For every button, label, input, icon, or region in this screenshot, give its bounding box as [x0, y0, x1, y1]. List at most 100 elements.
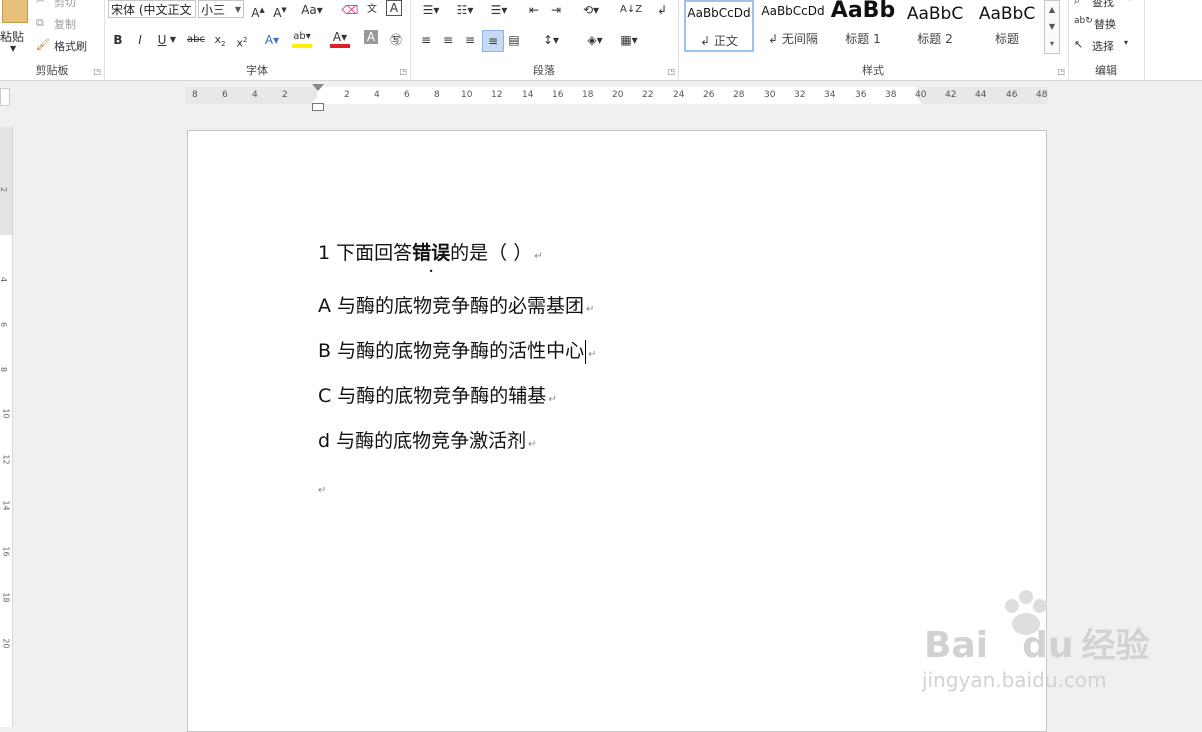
vertical-ruler[interactable]: 2 4 6 8 10 12 14 16 18 20: [0, 127, 13, 727]
italic-icon[interactable]: I: [130, 30, 150, 50]
chevron-down-icon: ▾: [1124, 38, 1129, 47]
grow-font-icon[interactable]: A▲: [248, 0, 268, 20]
paste-button[interactable]: 粘贴 ▼: [0, 0, 32, 58]
sort-icon[interactable]: A↓Z: [620, 0, 642, 20]
chinese-layout-icon[interactable]: ⟲▾: [576, 0, 606, 20]
copy-button[interactable]: ⧉ 复制: [36, 16, 96, 32]
underline-dropdown-icon[interactable]: ▼: [168, 30, 178, 50]
style-name: 正文: [713, 34, 738, 48]
justify-icon[interactable]: ≡: [482, 30, 504, 52]
font-size-combo[interactable]: 小三 ▼: [198, 0, 244, 18]
find-icon: ⌕: [1074, 0, 1081, 7]
option-a-line[interactable]: A 与酶的底物竞争酶的必需基团 ↵: [318, 291, 594, 318]
ruler-tick: 14: [1, 500, 11, 511]
option-d-line[interactable]: d 与酶的底物竞争激活剂 ↵: [318, 426, 537, 453]
left-indent-marker[interactable]: [312, 103, 324, 111]
font-name-combo[interactable]: 宋体 (中文正文: [108, 0, 196, 18]
cut-button[interactable]: ✂ 剪切: [36, 0, 96, 9]
chevron-down-icon[interactable]: ▼: [1045, 18, 1059, 35]
cut-label: 剪切: [54, 0, 76, 9]
align-right-icon[interactable]: ≡: [460, 30, 480, 50]
styles-scrollbar[interactable]: ▲ ▼ ▾: [1044, 0, 1060, 54]
align-left-icon[interactable]: ≡: [416, 30, 436, 50]
ruler-tick: 2: [344, 90, 350, 100]
ruler-tick: 4: [252, 90, 258, 100]
horizontal-ruler[interactable]: 8 6 4 2 2 4 6 8 10 12 14 16 18 20 22 24 …: [186, 84, 1048, 111]
style-no-spacing[interactable]: AaBbCcDd ↲ 无间隔: [758, 0, 828, 52]
multilevel-list-icon[interactable]: ☰▾: [484, 0, 514, 20]
ruler-tick: 20: [1, 638, 11, 649]
style-name: 标题: [994, 32, 1019, 46]
replace-button[interactable]: ab↻ 替换: [1074, 16, 1140, 32]
strikethrough-icon[interactable]: abc: [184, 30, 208, 50]
copy-icon: ⧉: [36, 16, 44, 29]
clear-format-icon[interactable]: ⌫: [340, 0, 360, 20]
char-shading-icon[interactable]: A: [364, 30, 378, 44]
option-b-line[interactable]: B 与酶的底物竞争酶的活性中心 ↵: [318, 336, 596, 364]
font-color-icon[interactable]: A▾: [330, 30, 350, 48]
paragraph-mark: ↵: [534, 251, 543, 262]
brush-icon: 🖌: [36, 38, 50, 51]
distributed-icon[interactable]: ▤: [504, 30, 524, 50]
show-marks-icon[interactable]: ↲: [652, 0, 672, 20]
style-title[interactable]: AaBbC 标题: [972, 0, 1042, 52]
style-name: 标题 2: [917, 32, 953, 46]
clipboard-group: 粘贴 ▼ ✂ 剪切 ⧉ 复制 🖌 格式刷 剪贴板 ◳: [0, 0, 105, 80]
more-styles-icon[interactable]: ▾: [1045, 35, 1059, 52]
style-preview: AaBb: [830, 0, 896, 23]
bullets-icon[interactable]: ☰▾: [416, 0, 446, 20]
shading-icon[interactable]: ◈▾: [580, 30, 610, 50]
find-button[interactable]: ⌕ 查找 ▾: [1074, 0, 1140, 9]
style-heading-2[interactable]: AaBbC 标题 2: [900, 0, 970, 52]
chevron-up-icon[interactable]: ▲: [1045, 1, 1059, 18]
borders-icon[interactable]: ▦▾: [614, 30, 644, 50]
option-c-line[interactable]: C 与酶的底物竞争酶的辅基 ↵: [318, 381, 557, 408]
cursor-arrow-icon: ↖: [1074, 38, 1084, 51]
clipboard-launcher-icon[interactable]: ◳: [93, 67, 101, 76]
paragraph-launcher-icon[interactable]: ◳: [667, 67, 675, 76]
question-line[interactable]: 1 下面回答错误的是（ ）↵: [318, 238, 543, 265]
enclose-char-icon[interactable]: ㊢: [386, 30, 406, 50]
numbering-icon[interactable]: ☷▾: [450, 0, 480, 20]
paragraph-mark: ↵: [586, 304, 595, 315]
document-page[interactable]: 1 下面回答错误的是（ ）↵ A 与酶的底物竞争酶的必需基团↵ B 与酶的底物竞…: [187, 130, 1047, 732]
change-case-icon[interactable]: Aa▾: [298, 0, 326, 20]
watermark-cn: 经验: [1081, 626, 1150, 666]
ruler-tick: 4: [0, 277, 8, 282]
hanging-indent-marker[interactable]: [312, 96, 324, 103]
ruler-tick: 2: [0, 187, 8, 192]
ruler-tick: 6: [0, 322, 8, 327]
styles-launcher-icon[interactable]: ◳: [1057, 67, 1065, 76]
decrease-indent-icon[interactable]: ⇤: [524, 0, 544, 20]
style-normal[interactable]: AaBbCcDd ↲ 正文: [684, 0, 754, 52]
editing-group-label: 编辑: [1095, 64, 1117, 77]
font-launcher-icon[interactable]: ◳: [399, 67, 407, 76]
text-effects-icon[interactable]: A▾: [262, 30, 282, 50]
align-center-icon[interactable]: ≡: [438, 30, 458, 50]
ruler-tick: 42: [945, 90, 957, 100]
question-text-post: 的是（ ）: [450, 242, 533, 264]
style-heading-1[interactable]: AaBb 标题 1: [828, 0, 898, 52]
shrink-font-icon[interactable]: A▼: [270, 0, 290, 20]
char-border-icon[interactable]: A: [386, 0, 402, 16]
font-size-value: 小三: [201, 3, 226, 17]
bold-icon[interactable]: B: [108, 30, 128, 50]
right-indent-marker[interactable]: [910, 96, 922, 104]
increase-indent-icon[interactable]: ⇥: [546, 0, 566, 20]
highlight-icon[interactable]: ab▾: [292, 30, 312, 48]
format-painter-button[interactable]: 🖌 格式刷: [36, 38, 100, 54]
line-spacing-icon[interactable]: ↕▾: [536, 30, 566, 50]
empty-line[interactable]: ↵: [318, 476, 326, 498]
ruler-tick: 46: [1006, 90, 1018, 100]
subscript-icon[interactable]: x2: [210, 30, 230, 50]
ruler-tick: 8: [0, 367, 8, 372]
paste-label: 粘贴: [0, 30, 25, 44]
ruler-tick: 10: [1, 408, 11, 419]
select-button[interactable]: ↖ 选择 ▾: [1074, 38, 1140, 54]
superscript-icon[interactable]: x2: [232, 30, 252, 50]
first-line-indent-marker[interactable]: [312, 84, 324, 91]
question-text-pre: 下面回答: [330, 242, 413, 264]
phonetic-guide-icon[interactable]: 文: [362, 0, 382, 20]
find-label: 查找: [1092, 0, 1114, 9]
ruler-tick: 30: [764, 90, 776, 100]
